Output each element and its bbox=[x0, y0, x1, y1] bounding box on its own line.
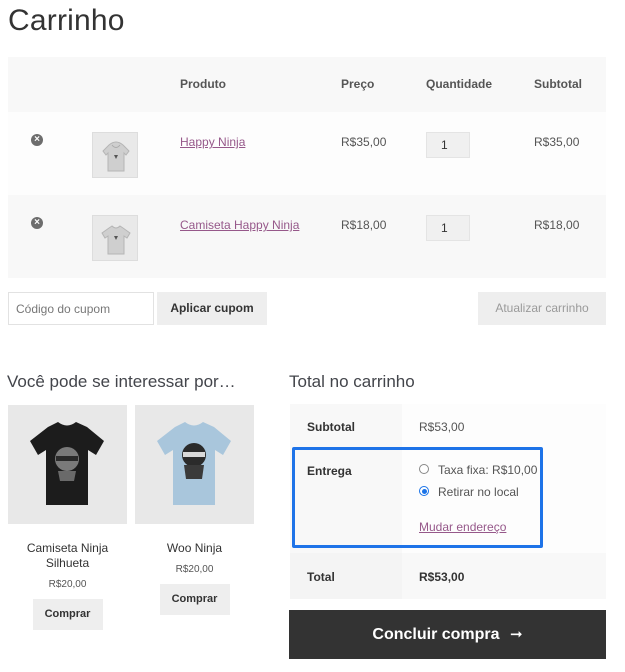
product-name[interactable]: Woo Ninja bbox=[135, 541, 254, 556]
product-subtotal: R$35,00 bbox=[534, 135, 580, 149]
tshirt-icon bbox=[30, 422, 104, 505]
cart-table-header: Produto Preço Quantidade Subtotal bbox=[8, 57, 606, 112]
update-cart-button[interactable]: Atualizar carrinho bbox=[478, 292, 606, 325]
column-header-price: Preço bbox=[341, 77, 375, 91]
product-image[interactable] bbox=[8, 405, 127, 524]
column-header-quantity: Quantidade bbox=[426, 77, 493, 91]
hoodie-icon bbox=[102, 141, 130, 172]
page-title: Carrinho bbox=[8, 4, 125, 37]
arrow-right-icon: ➞ bbox=[510, 626, 523, 643]
product-name[interactable]: Camiseta Ninja Silhueta bbox=[8, 541, 127, 571]
product-thumbnail[interactable] bbox=[92, 132, 138, 178]
cross-sell-product: Camiseta Ninja Silhueta R$20,00 Comprar bbox=[8, 405, 127, 630]
cart-row: × Camiseta Happy Ninja R$18,00 1 R$18,00 bbox=[8, 195, 606, 278]
tshirt-icon bbox=[157, 422, 231, 505]
cart-row: × Happy Ninja R$35,00 1 R$35,00 bbox=[8, 112, 606, 195]
column-header-subtotal: Subtotal bbox=[534, 77, 582, 91]
product-image[interactable] bbox=[135, 405, 254, 524]
totals-subtotal-row: Subtotal R$53,00 bbox=[290, 404, 606, 448]
remove-item-icon[interactable]: × bbox=[31, 217, 43, 229]
product-link[interactable]: Happy Ninja bbox=[180, 135, 245, 149]
coupon-code-input[interactable]: Código do cupom bbox=[8, 292, 154, 325]
subtotal-value: R$53,00 bbox=[419, 420, 465, 434]
product-thumbnail[interactable] bbox=[92, 215, 138, 261]
column-header-product: Produto bbox=[180, 77, 226, 91]
product-link[interactable]: Camiseta Happy Ninja bbox=[180, 218, 299, 232]
product-price: R$18,00 bbox=[341, 218, 387, 232]
cross-sells-title: Você pode se interessar por… bbox=[7, 372, 236, 391]
product-price: R$20,00 bbox=[175, 564, 214, 575]
quantity-input[interactable]: 1 bbox=[426, 215, 470, 241]
subtotal-label: Subtotal bbox=[307, 420, 355, 434]
buy-button[interactable]: Comprar bbox=[32, 599, 103, 630]
checkout-button[interactable]: Concluir compra ➞ bbox=[289, 610, 606, 659]
cross-sell-product: Woo Ninja R$20,00 Comprar bbox=[135, 405, 254, 615]
total-label: Total bbox=[307, 570, 335, 584]
cart-totals-title: Total no carrinho bbox=[289, 372, 415, 391]
totals-total-row: Total R$53,00 bbox=[290, 553, 606, 599]
product-price: R$20,00 bbox=[48, 579, 87, 590]
shipping-highlight-box bbox=[292, 447, 543, 548]
checkout-label: Concluir compra bbox=[372, 626, 500, 643]
remove-item-icon[interactable]: × bbox=[31, 134, 43, 146]
cart-table: Produto Preço Quantidade Subtotal × Happ… bbox=[8, 57, 606, 278]
quantity-input[interactable]: 1 bbox=[426, 132, 470, 158]
tshirt-icon bbox=[101, 225, 131, 255]
product-subtotal: R$18,00 bbox=[534, 218, 580, 232]
total-value: R$53,00 bbox=[419, 570, 465, 584]
product-price: R$35,00 bbox=[341, 135, 387, 149]
buy-button[interactable]: Comprar bbox=[159, 584, 230, 615]
apply-coupon-button[interactable]: Aplicar cupom bbox=[157, 292, 267, 325]
